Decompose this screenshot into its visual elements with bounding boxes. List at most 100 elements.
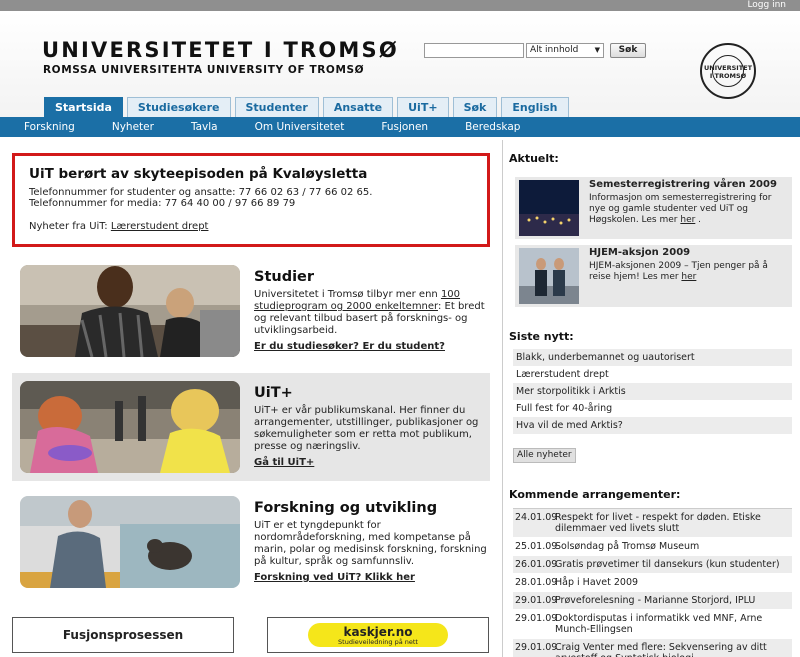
login-link[interactable]: Logg inn	[747, 0, 786, 11]
tab-ansatte[interactable]: Ansatte	[322, 97, 394, 117]
latest-news-list: Blakk, underbemannet og uautorisert Lære…	[513, 349, 792, 434]
event-row[interactable]: 24.01.09 Respekt for livet - respekt for …	[513, 509, 792, 538]
alert-news-link[interactable]: Lærerstudent drept	[111, 221, 209, 232]
student-link[interactable]: Er du student?	[362, 341, 445, 352]
kaskjer-subtitle: Studieveiledning på nett	[338, 638, 418, 646]
all-news-button[interactable]: Alle nyheter	[513, 448, 576, 463]
nav-nyheter[interactable]: Nyheter	[112, 117, 154, 137]
aktuelt-title-semester[interactable]: Semesterregistrering våren 2009	[589, 179, 777, 190]
kaskjer-logo: kaskjer.no Studieveiledning på nett	[308, 623, 448, 647]
event-title: Håp i Havet 2009	[555, 577, 639, 588]
tab-studiesokere[interactable]: Studiesøkere	[126, 97, 231, 117]
feature-forskning-text: Forskning og utvikling UiT er et tyngdep…	[254, 500, 490, 583]
event-title: Craig Venter med flere: Sekvensering av …	[555, 642, 767, 657]
feature-studier-title: Studier	[254, 269, 315, 285]
feature-forskning-title: Forskning og utvikling	[254, 500, 438, 516]
aktuelt-title-hjem[interactable]: HJEM-aksjon 2009	[589, 247, 690, 258]
hjem-aksjon-thumbnail[interactable]	[519, 248, 579, 304]
chevron-down-icon: ▼	[594, 46, 600, 54]
search-button[interactable]: Søk	[610, 43, 646, 58]
read-more-link[interactable]: her	[680, 215, 695, 225]
nav-fusjonen[interactable]: Fusjonen	[381, 117, 428, 137]
semester-registration-thumbnail[interactable]	[519, 180, 579, 236]
students-photo[interactable]	[20, 265, 240, 357]
feature-uit-plus: UiT+ UiT+ er vår publikumskanal. Her fin…	[12, 373, 490, 481]
aktuelt-heading: Aktuelt:	[509, 152, 559, 165]
tab-uit-plus[interactable]: UiT+	[397, 97, 449, 117]
tab-studenter[interactable]: Studenter	[234, 97, 319, 117]
feature-studier-links: Er du studiesøker? Er du student?	[254, 341, 490, 352]
seal-text: UNIVERSITET I TROMSØ	[703, 64, 753, 80]
feature-uit-plus-description: UiT+ er vår publikumskanal. Her finner d…	[254, 405, 479, 452]
latest-news-section: Siste nytt: Blakk, underbemannet og uaut…	[509, 330, 792, 463]
tab-english[interactable]: English	[501, 97, 569, 117]
search-scope-value: Alt innhold	[530, 45, 579, 55]
event-title: Respekt for livet - respekt for døden. E…	[555, 512, 761, 534]
nav-tavla[interactable]: Tavla	[191, 117, 218, 137]
news-item[interactable]: Blakk, underbemannet og uautorisert	[513, 349, 792, 366]
main-tabs: Startsida Studiesøkere Studenter Ansatte…	[44, 97, 569, 118]
news-item[interactable]: Lærerstudent drept	[513, 366, 792, 383]
feature-studier-description: Universitetet i Tromsø tilbyr mer enn 10…	[254, 289, 485, 336]
event-title: Gratis prøvetimer til dansekurs (kun stu…	[555, 559, 780, 570]
event-row[interactable]: 26.01.09 Gratis prøvetimer til dansekurs …	[513, 556, 792, 574]
research-link[interactable]: Forskning ved UiT? Klikk her	[254, 572, 490, 583]
sub-navigation: Forskning Nyheter Tavla Om Universitetet…	[0, 117, 800, 137]
nav-forskning[interactable]: Forskning	[24, 117, 75, 137]
alert-news-line: Nyheter fra UiT: Lærerstudent drept	[29, 221, 473, 232]
read-more-link[interactable]: her	[681, 272, 696, 282]
news-item[interactable]: Full fest for 40-åring	[513, 400, 792, 417]
event-date: 25.01.09	[515, 541, 558, 552]
feature-forskning-description: UiT er et tyngdepunkt for nordområdefors…	[254, 520, 487, 567]
event-title: Prøveforelesning - Marianne Storjord, IP…	[555, 595, 756, 606]
latest-news-heading: Siste nytt:	[509, 330, 574, 343]
event-date: 29.01.09	[515, 613, 558, 624]
fusjonsprosessen-button[interactable]: Fusjonsprosessen	[12, 617, 234, 653]
kaskjer-banner[interactable]: kaskjer.no Studieveiledning på nett	[267, 617, 489, 653]
studiesoker-link[interactable]: Er du studiesøker?	[254, 341, 359, 352]
go-to-uit-plus-link[interactable]: Gå til UiT+	[254, 457, 490, 468]
event-date: 28.01.09	[515, 577, 558, 588]
alert-box: UiT berørt av skyteepisoden på Kvaløysle…	[12, 153, 490, 247]
alert-title: UiT berørt av skyteepisoden på Kvaløysle…	[29, 166, 368, 182]
nav-beredskap[interactable]: Beredskap	[465, 117, 520, 137]
alert-phone-students: Telefonnummer for studenter og ansatte: …	[29, 187, 373, 198]
aktuelt-desc-hjem: HJEM-aksjonen 2009 – Tjen penger på å re…	[589, 261, 768, 282]
event-date: 24.01.09	[515, 512, 558, 523]
aktuelt-desc-semester: Informasjon om semesterregistrering for …	[589, 193, 772, 225]
university-seal-logo: UNIVERSITET I TROMSØ	[700, 43, 756, 99]
aktuelt-item: HJEM-aksjon 2009 HJEM-aksjonen 2009 – Tj…	[515, 245, 792, 307]
event-row[interactable]: 29.01.09 Doktordisputas i informatikk ved…	[513, 610, 792, 639]
event-date: 26.01.09	[515, 559, 558, 570]
event-row[interactable]: 29.01.09 Craig Venter med flere: Sekvense…	[513, 639, 792, 657]
children-lab-photo[interactable]	[20, 381, 240, 473]
upcoming-events-section: Kommende arrangementer: 24.01.09 Respekt …	[509, 488, 792, 657]
event-date: 29.01.09	[515, 642, 558, 653]
column-divider	[502, 140, 503, 657]
kaskjer-title: kaskjer.no	[343, 625, 413, 639]
feature-uit-plus-title: UiT+	[254, 385, 293, 401]
event-date: 29.01.09	[515, 595, 558, 606]
event-row[interactable]: 25.01.09 Solsøndag på Tromsø Museum	[513, 538, 792, 556]
event-title: Doktordisputas i informatikk ved MNF, Ar…	[555, 613, 763, 635]
alert-news-prefix: Nyheter fra UiT:	[29, 221, 108, 232]
tab-sok[interactable]: Søk	[452, 97, 498, 117]
feature-studier-text: Studier Universitetet i Tromsø tilbyr me…	[254, 269, 490, 352]
seal-research-photo[interactable]	[20, 496, 240, 588]
tab-startsida[interactable]: Startsida	[44, 97, 123, 118]
feature-forskning: Forskning og utvikling UiT er et tyngdep…	[12, 496, 490, 592]
news-item[interactable]: Hva vil de med Arktis?	[513, 417, 792, 434]
nav-om-universitetet[interactable]: Om Universitetet	[255, 117, 345, 137]
event-title: Solsøndag på Tromsø Museum	[555, 541, 700, 552]
search-input[interactable]	[424, 43, 524, 58]
top-bar: Logg inn	[0, 0, 800, 11]
event-row[interactable]: 28.01.09 Håp i Havet 2009	[513, 574, 792, 592]
search-scope-select[interactable]: Alt innhold ▼	[526, 43, 604, 58]
feature-uit-plus-text: UiT+ UiT+ er vår publikumskanal. Her fin…	[254, 385, 490, 468]
upcoming-events-heading: Kommende arrangementer:	[509, 488, 681, 501]
event-row[interactable]: 29.01.09 Prøveforelesning - Marianne Stor…	[513, 592, 792, 610]
aktuelt-section: Aktuelt: Semesterregistrering våren 2009…	[509, 152, 792, 307]
news-item[interactable]: Mer storpolitikk i Arktis	[513, 383, 792, 400]
site-logo-title[interactable]: UNIVERSITETET I TROMSØ	[42, 38, 399, 62]
feature-studier: Studier Universitetet i Tromsø tilbyr me…	[12, 265, 490, 360]
